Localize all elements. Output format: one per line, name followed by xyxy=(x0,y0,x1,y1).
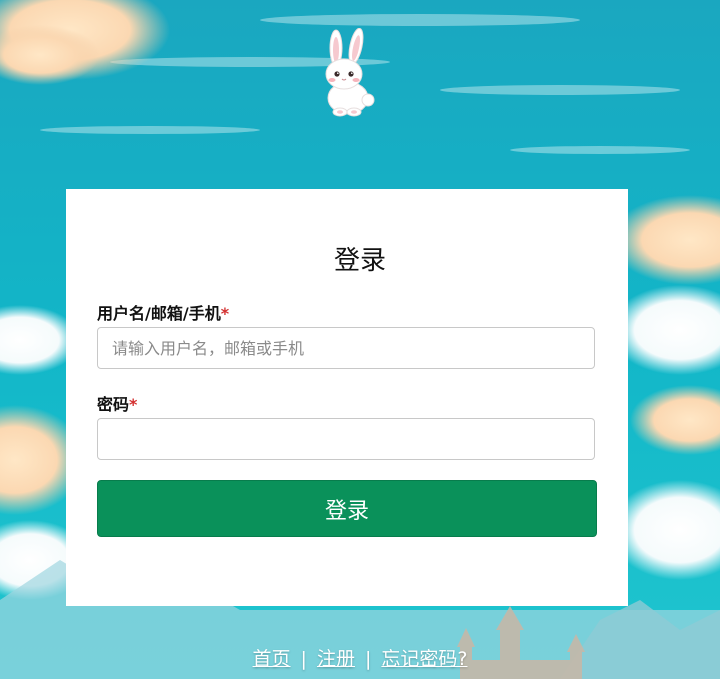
home-link[interactable]: 首页 xyxy=(253,648,291,670)
footer-links: 首页 | 注册 | 忘记密码? xyxy=(0,644,720,671)
username-required-marker: * xyxy=(220,304,230,323)
username-input[interactable] xyxy=(97,327,595,369)
forgot-password-link[interactable]: 忘记密码? xyxy=(381,648,467,670)
password-input[interactable] xyxy=(97,418,595,460)
username-label-text: 用户名/邮箱/手机 xyxy=(97,304,221,323)
password-required-marker: * xyxy=(129,395,138,414)
register-link[interactable]: 注册 xyxy=(317,648,355,670)
username-label: 用户名/邮箱/手机* xyxy=(97,300,229,324)
footer-separator: | xyxy=(300,648,307,670)
footer-separator: | xyxy=(364,648,372,670)
password-label: 密码* xyxy=(97,391,137,415)
bunny-mascot-icon xyxy=(312,27,378,118)
password-label-text: 密码 xyxy=(97,395,130,414)
login-title: 登录 xyxy=(333,246,386,276)
login-submit-button[interactable]: 登录 xyxy=(97,480,597,537)
